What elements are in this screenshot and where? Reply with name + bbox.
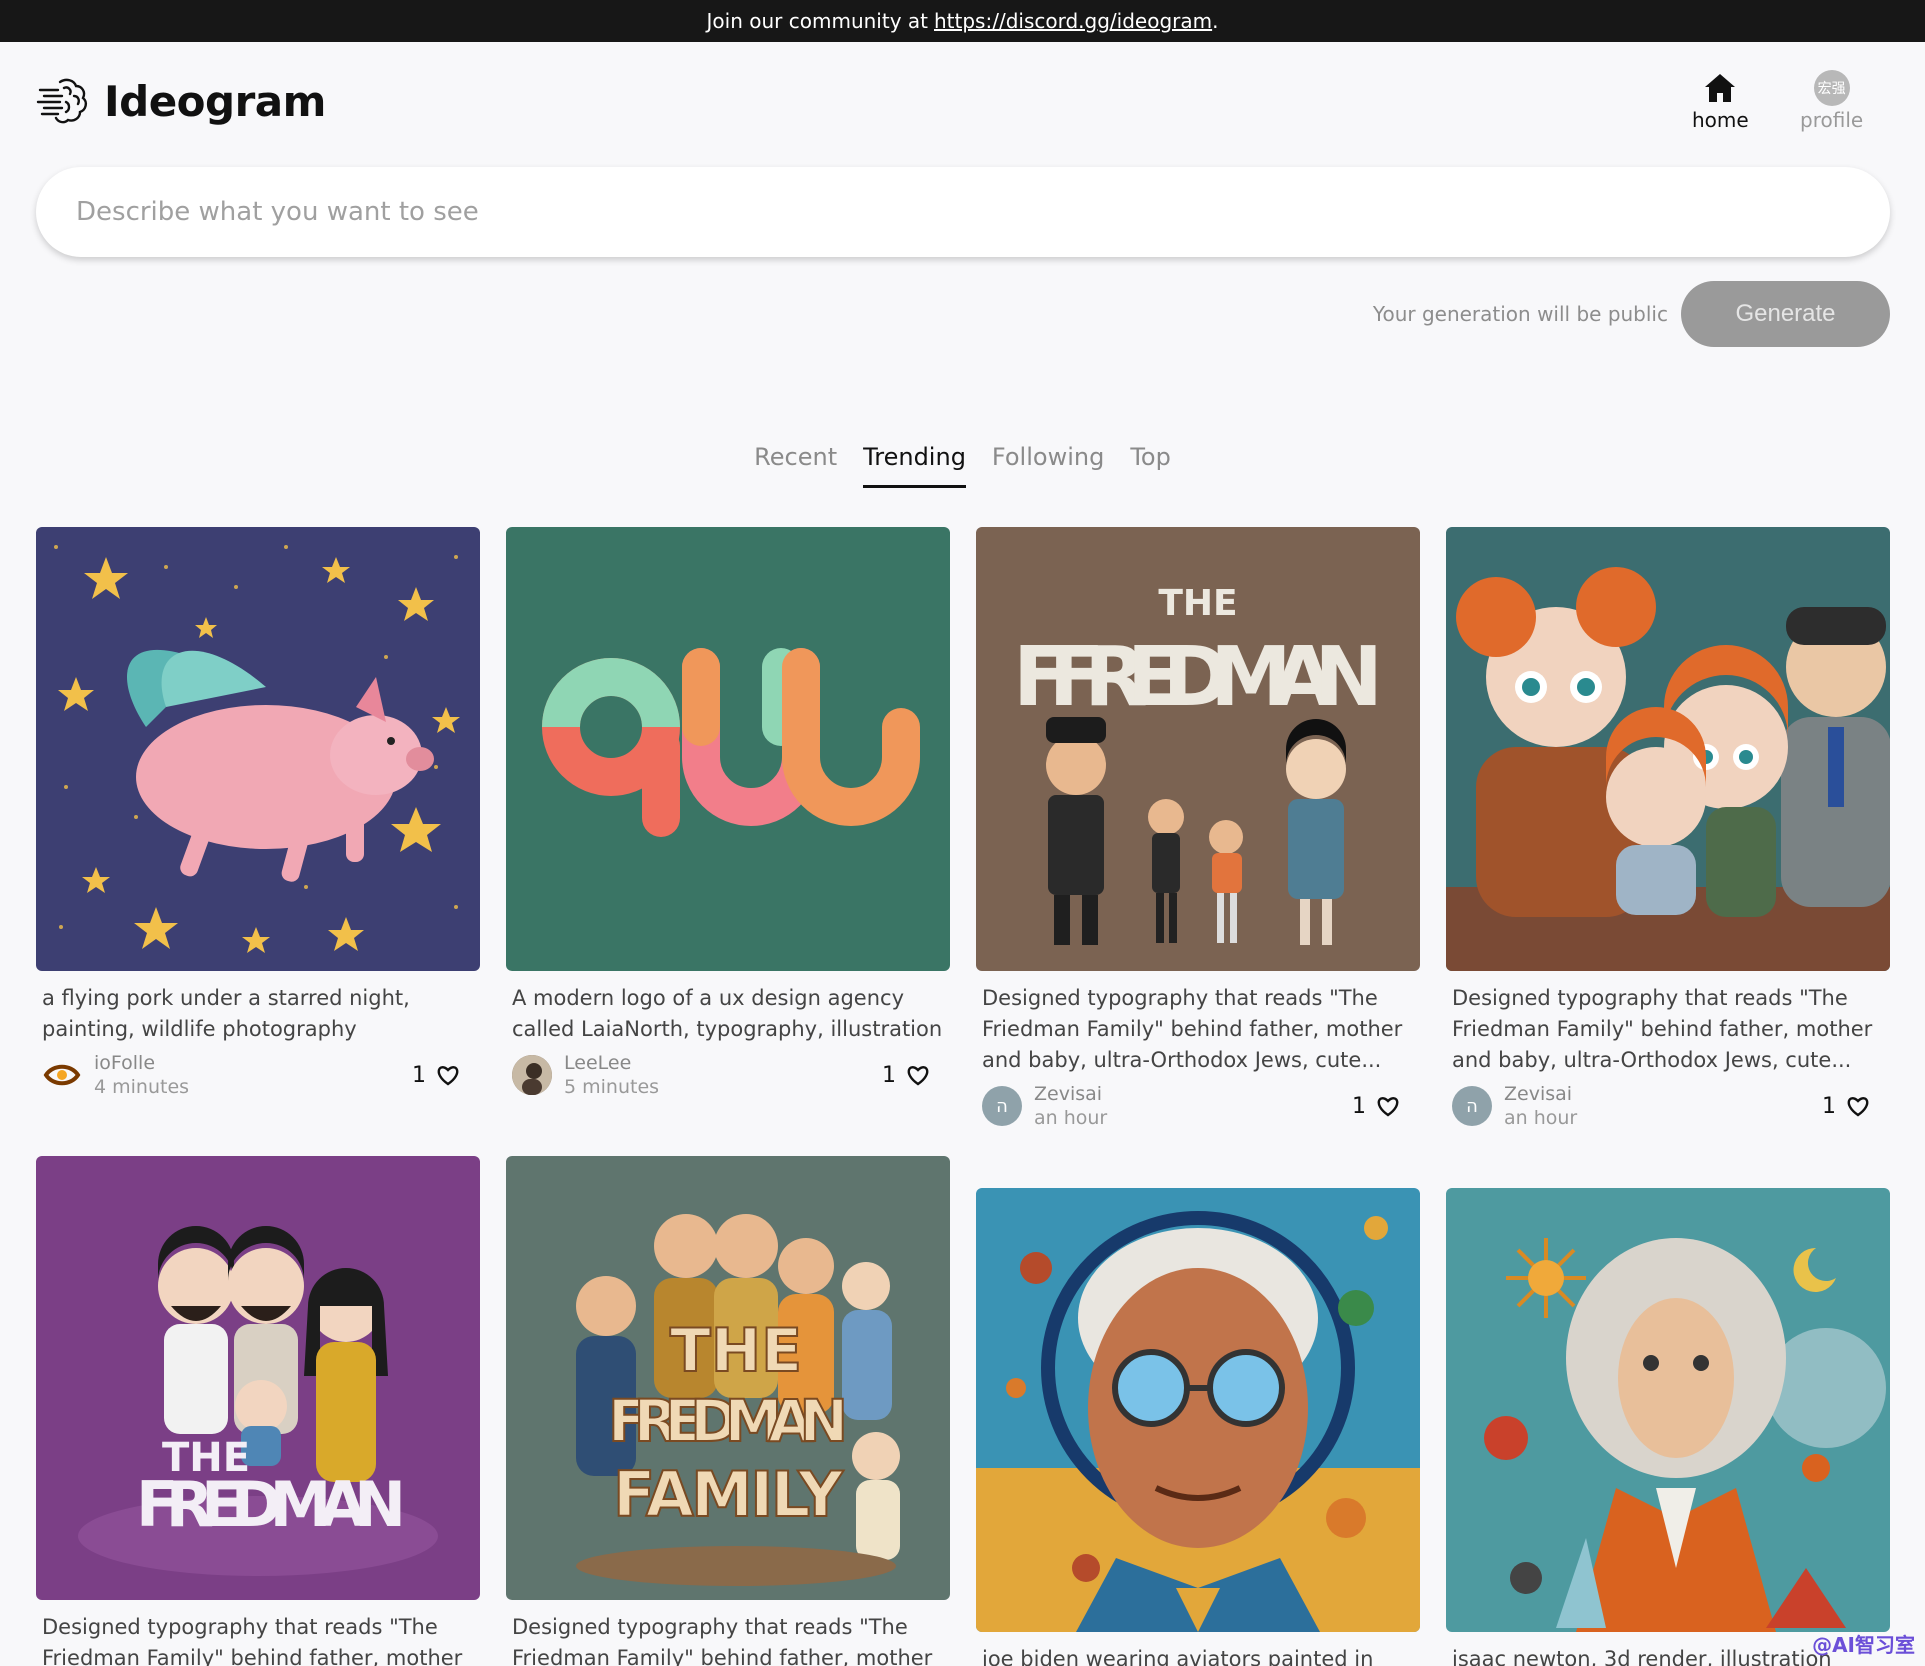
like-count: 1 bbox=[1352, 1093, 1366, 1119]
heart-icon[interactable] bbox=[436, 1064, 460, 1086]
feed-card[interactable]: THE FREDMAN FAMILY Designed typography t… bbox=[506, 1156, 950, 1666]
svg-text:THE: THE bbox=[1158, 583, 1237, 624]
feed-card[interactable]: THE FFREDMAN Designed typography that re… bbox=[976, 527, 1420, 1130]
prompt-box[interactable] bbox=[36, 167, 1890, 257]
svg-text:FREDMAN: FREDMAN bbox=[608, 1387, 848, 1455]
heart-icon[interactable] bbox=[906, 1064, 930, 1086]
flying-pig-image[interactable] bbox=[36, 527, 480, 971]
feed-card[interactable]: A modern logo of a ux design agency call… bbox=[506, 527, 950, 1099]
like-count: 1 bbox=[1822, 1093, 1836, 1119]
brand-logo[interactable]: Ideogram bbox=[36, 74, 326, 128]
watermark: @AI智习室 bbox=[1812, 1633, 1915, 1657]
card-time: an hour bbox=[1034, 1107, 1108, 1129]
like-count: 1 bbox=[882, 1062, 896, 1088]
feed-card[interactable]: joe biden wearing aviators painted in th… bbox=[976, 1188, 1420, 1666]
card-username[interactable]: ioFolle bbox=[94, 1051, 412, 1075]
nav-profile[interactable]: 宏强 profile bbox=[1800, 68, 1863, 132]
prompt-input[interactable] bbox=[76, 197, 1890, 227]
feed-tabs: Recent Trending Following Top bbox=[0, 443, 1925, 488]
user-avatar[interactable] bbox=[512, 1055, 552, 1095]
fredman-family-3d-image[interactable]: THE FREDMAN FAMILY bbox=[506, 1156, 950, 1600]
card-time: 4 minutes bbox=[94, 1076, 190, 1098]
card-prompt: Designed typography that reads "The Frie… bbox=[512, 1615, 933, 1666]
card-prompt: Designed typography that reads "The Frie… bbox=[1452, 986, 1873, 1072]
tab-top[interactable]: Top bbox=[1130, 443, 1171, 488]
eye-icon bbox=[42, 1055, 82, 1095]
home-icon bbox=[1700, 68, 1740, 108]
feed-card[interactable]: THE FREDMAN Designed typography that rea… bbox=[36, 1156, 480, 1666]
user-avatar[interactable]: ה bbox=[982, 1086, 1022, 1126]
doll-family-image[interactable] bbox=[1446, 527, 1890, 971]
card-prompt: joe biden wearing aviators painted in th… bbox=[982, 1647, 1374, 1666]
card-username[interactable]: Zevisai bbox=[1034, 1082, 1352, 1106]
isaac-newton-image[interactable] bbox=[1446, 1188, 1890, 1632]
card-time: an hour bbox=[1504, 1107, 1578, 1129]
feed-card[interactable]: Designed typography that reads "The Frie… bbox=[1446, 527, 1890, 1130]
nav-home-label: home bbox=[1692, 108, 1749, 132]
tab-following[interactable]: Following bbox=[992, 443, 1104, 488]
logo-design-image[interactable] bbox=[506, 527, 950, 971]
card-username[interactable]: Zevisai bbox=[1504, 1082, 1822, 1106]
fredman-purple-image[interactable]: THE FREDMAN bbox=[36, 1156, 480, 1600]
card-prompt: Designed typography that reads "The Frie… bbox=[982, 986, 1403, 1072]
discord-link[interactable]: https://discord.gg/ideogram bbox=[934, 9, 1212, 33]
banner-text: Join our community at bbox=[706, 9, 928, 33]
tab-recent[interactable]: Recent bbox=[754, 443, 837, 488]
card-prompt: A modern logo of a ux design agency call… bbox=[512, 986, 943, 1041]
public-note: Your generation will be public bbox=[1372, 302, 1668, 326]
nav-home[interactable]: home bbox=[1692, 68, 1749, 132]
user-avatar[interactable]: ה bbox=[1452, 1086, 1492, 1126]
fredman-figures-image[interactable]: THE FFREDMAN bbox=[976, 527, 1420, 971]
svg-text:FAMILY: FAMILY bbox=[613, 1458, 844, 1531]
svg-text:FREDMAN: FREDMAN bbox=[136, 1468, 406, 1541]
banner-suffix: . bbox=[1212, 9, 1219, 33]
brand-name: Ideogram bbox=[104, 76, 326, 126]
tab-trending[interactable]: Trending bbox=[863, 443, 966, 488]
feed-card[interactable]: a flying pork under a starred night, pai… bbox=[36, 527, 480, 1099]
svg-text:THE: THE bbox=[670, 1316, 802, 1386]
card-time: 5 minutes bbox=[564, 1076, 660, 1098]
biden-aviators-image[interactable] bbox=[976, 1188, 1420, 1632]
card-username[interactable]: LeeLee bbox=[564, 1051, 882, 1075]
feed-card[interactable]: isaac newton, 3d render, illustration bbox=[1446, 1188, 1890, 1666]
heart-icon[interactable] bbox=[1846, 1095, 1870, 1117]
heart-icon[interactable] bbox=[1376, 1095, 1400, 1117]
nav-profile-label: profile bbox=[1800, 108, 1864, 132]
community-banner: Join our community at https://discord.gg… bbox=[0, 0, 1925, 42]
profile-avatar: 宏强 bbox=[1813, 70, 1850, 106]
like-count: 1 bbox=[412, 1062, 426, 1088]
generate-button[interactable]: Generate bbox=[1681, 281, 1890, 347]
svg-text:FFREDMAN: FFREDMAN bbox=[1013, 630, 1383, 725]
brain-icon bbox=[36, 78, 88, 124]
card-prompt: Designed typography that reads "The Frie… bbox=[42, 1615, 463, 1666]
card-prompt: a flying pork under a starred night, pai… bbox=[42, 986, 410, 1041]
